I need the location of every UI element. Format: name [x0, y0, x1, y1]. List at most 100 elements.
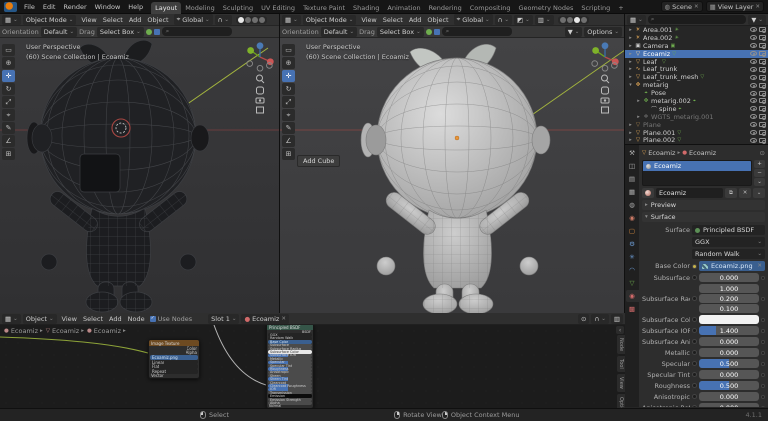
property-row[interactable]: Specular 0.500 [642, 358, 765, 369]
value-slider[interactable]: 0.000 [699, 403, 759, 407]
add-cube-tool-label[interactable]: Add Cube [297, 155, 340, 167]
surface-shader-button[interactable]: Principled BSDF [692, 225, 765, 235]
workspace-tab[interactable]: Rendering [425, 2, 466, 14]
copy-material-button[interactable]: ⧉ [725, 188, 737, 198]
menu-item[interactable]: Edit [39, 3, 60, 11]
remove-slot-button[interactable]: − [754, 169, 765, 177]
distribution-dropdown[interactable]: GGX⌄ [692, 237, 765, 247]
property-row[interactable]: Subsurface 0.000 [642, 272, 765, 283]
visibility-eye-icon[interactable] [750, 114, 757, 119]
decorator-dot[interactable] [692, 372, 697, 377]
properties-tab[interactable]: ▽ [626, 277, 639, 289]
tool-button[interactable]: ✛ [282, 70, 295, 82]
outliner-row[interactable]: ▸ ▽ Leaf_trunk_mesh ▽ [625, 73, 768, 81]
value-slider[interactable]: 0.500 [699, 359, 759, 368]
breadcrumb-material[interactable]: ●Ecoamiz [682, 149, 716, 157]
property-row[interactable]: Anisotropic Rota... 0.000 [642, 402, 765, 407]
falloff-icon[interactable] [146, 29, 152, 35]
expand-arrow-icon[interactable]: ▸ [627, 51, 634, 57]
editor-type-button[interactable]: ▦⌄ [2, 15, 21, 25]
tool-button[interactable]: ⤢ [282, 96, 295, 108]
workspace-tab[interactable]: Geometry Nodes [515, 2, 578, 14]
viewport-menu-item[interactable]: Add [126, 16, 145, 24]
image-texture-node[interactable]: Image Texture ColorAlphaEcoamiz.pngLinea… [148, 339, 200, 379]
shader-menu-item[interactable]: View [59, 315, 80, 323]
shading-wireframe-button[interactable] [560, 17, 566, 23]
view-layer-selector[interactable]: ▦View Layer✕ [706, 1, 764, 12]
workspace-tab[interactable]: Shading [349, 2, 383, 14]
expand-arrow-icon[interactable]: ▸ [627, 66, 634, 72]
menu-item[interactable]: Window [91, 3, 125, 11]
render-camera-icon[interactable] [759, 75, 766, 80]
viewport-menu-item[interactable]: View [358, 16, 379, 24]
tool-button[interactable]: ↻ [282, 83, 295, 95]
active-tool-icon[interactable] [434, 29, 440, 35]
shading-rendered-button[interactable] [581, 17, 587, 23]
keyframe-dot[interactable] [761, 384, 765, 388]
properties-tab[interactable]: ◫ [626, 160, 639, 172]
viewport-right-canvas[interactable]: User Perspective (60) Scene Collection |… [280, 38, 624, 313]
visibility-eye-icon[interactable] [750, 75, 757, 80]
mode-dropdown[interactable]: Object Mode⌄ [303, 15, 357, 25]
filter-funnel-icon[interactable]: ▼⌄ [748, 15, 766, 25]
shading-material-button[interactable] [574, 17, 580, 23]
properties-tab[interactable]: ✳ [626, 251, 639, 263]
outliner-row[interactable]: ▾ ✥ metarig [625, 81, 768, 89]
slot-specials-button[interactable]: ⌄ [754, 178, 765, 186]
orientation-dropdown[interactable]: Default⌄ [321, 27, 357, 37]
snap-magnet-icon[interactable]: ∩⌄ [215, 15, 232, 25]
preview-panel-header[interactable]: ▸Preview [642, 200, 765, 210]
render-camera-icon[interactable] [759, 114, 766, 119]
keyframe-dot[interactable] [761, 297, 765, 301]
tool-button[interactable]: ⊕ [2, 57, 15, 69]
use-nodes-checkbox[interactable]: ✓ [150, 316, 156, 322]
shader-material-selector[interactable]: ●Ecoamiz✕ [241, 314, 288, 324]
close-icon[interactable]: ✕ [755, 4, 760, 10]
outliner-row[interactable]: ▸ ▽ Ecoamiz ▽ [625, 50, 768, 58]
sidebar-tab[interactable]: Node [617, 335, 625, 354]
visibility-eye-icon[interactable] [750, 138, 757, 143]
expand-arrow-icon[interactable]: ▸ [635, 114, 642, 120]
keyframe-dot[interactable] [761, 362, 765, 366]
color-swatch[interactable] [699, 315, 759, 324]
properties-tab[interactable]: ▢ [626, 225, 639, 237]
menu-item[interactable]: Help [124, 3, 147, 11]
properties-tab[interactable]: ◉ [626, 290, 639, 302]
workspace-tab[interactable]: Sculpting [219, 2, 257, 14]
render-camera-icon[interactable] [759, 91, 766, 96]
workspace-tab[interactable]: UV Editing [257, 2, 299, 14]
principled-bsdf-node[interactable]: Principled BSDF BSDFGGXRandom WalkBase C… [266, 325, 314, 408]
visibility-eye-icon[interactable] [750, 130, 757, 135]
properties-tab[interactable]: ◍ [626, 199, 639, 211]
render-camera-icon[interactable] [759, 67, 766, 72]
workspace-tab[interactable]: Scripting [577, 2, 614, 14]
outliner-row[interactable]: ▸ ☀ Area.001 ☀ [625, 26, 768, 34]
properties-tab[interactable]: ⚒ [626, 147, 639, 159]
nav-gizmo-left[interactable] [245, 42, 275, 114]
axis-gizmo-icon[interactable] [590, 42, 620, 72]
expand-arrow-icon[interactable]: ▸ [635, 98, 642, 104]
falloff-icon[interactable] [426, 29, 432, 35]
axis-gizmo-icon[interactable] [245, 42, 275, 72]
decorator-dot[interactable] [692, 361, 697, 366]
decorator-dot[interactable] [692, 328, 697, 333]
value-slider[interactable]: 0.000 [699, 273, 759, 282]
visibility-eye-icon[interactable] [750, 122, 757, 127]
filter-dropdown[interactable]: ▼⌄ [565, 27, 583, 37]
decorator-dot[interactable] [692, 405, 697, 407]
unlink-material-button[interactable]: ✕ [739, 188, 751, 198]
expand-arrow-icon[interactable]: ▸ [627, 137, 634, 143]
shading-rendered-button[interactable] [259, 17, 265, 23]
expand-arrow-icon[interactable]: ▸ [627, 59, 634, 65]
search-input[interactable]: ⌕ [162, 27, 232, 36]
property-row[interactable]: Subsurface IOR 1.400 [642, 325, 765, 336]
active-tool-icon[interactable] [154, 29, 160, 35]
tool-button[interactable]: ⊞ [2, 148, 15, 160]
material-slot-row[interactable]: Ecoamiz [643, 161, 751, 171]
tool-button[interactable]: ∠ [282, 135, 295, 147]
render-camera-icon[interactable] [759, 59, 766, 64]
gizmos-toggle[interactable]: ◩⌄ [514, 15, 533, 25]
tool-button[interactable]: ✎ [2, 122, 15, 134]
tool-button[interactable]: ✛ [2, 70, 15, 82]
value-slider[interactable]: 0.000 [699, 348, 759, 357]
